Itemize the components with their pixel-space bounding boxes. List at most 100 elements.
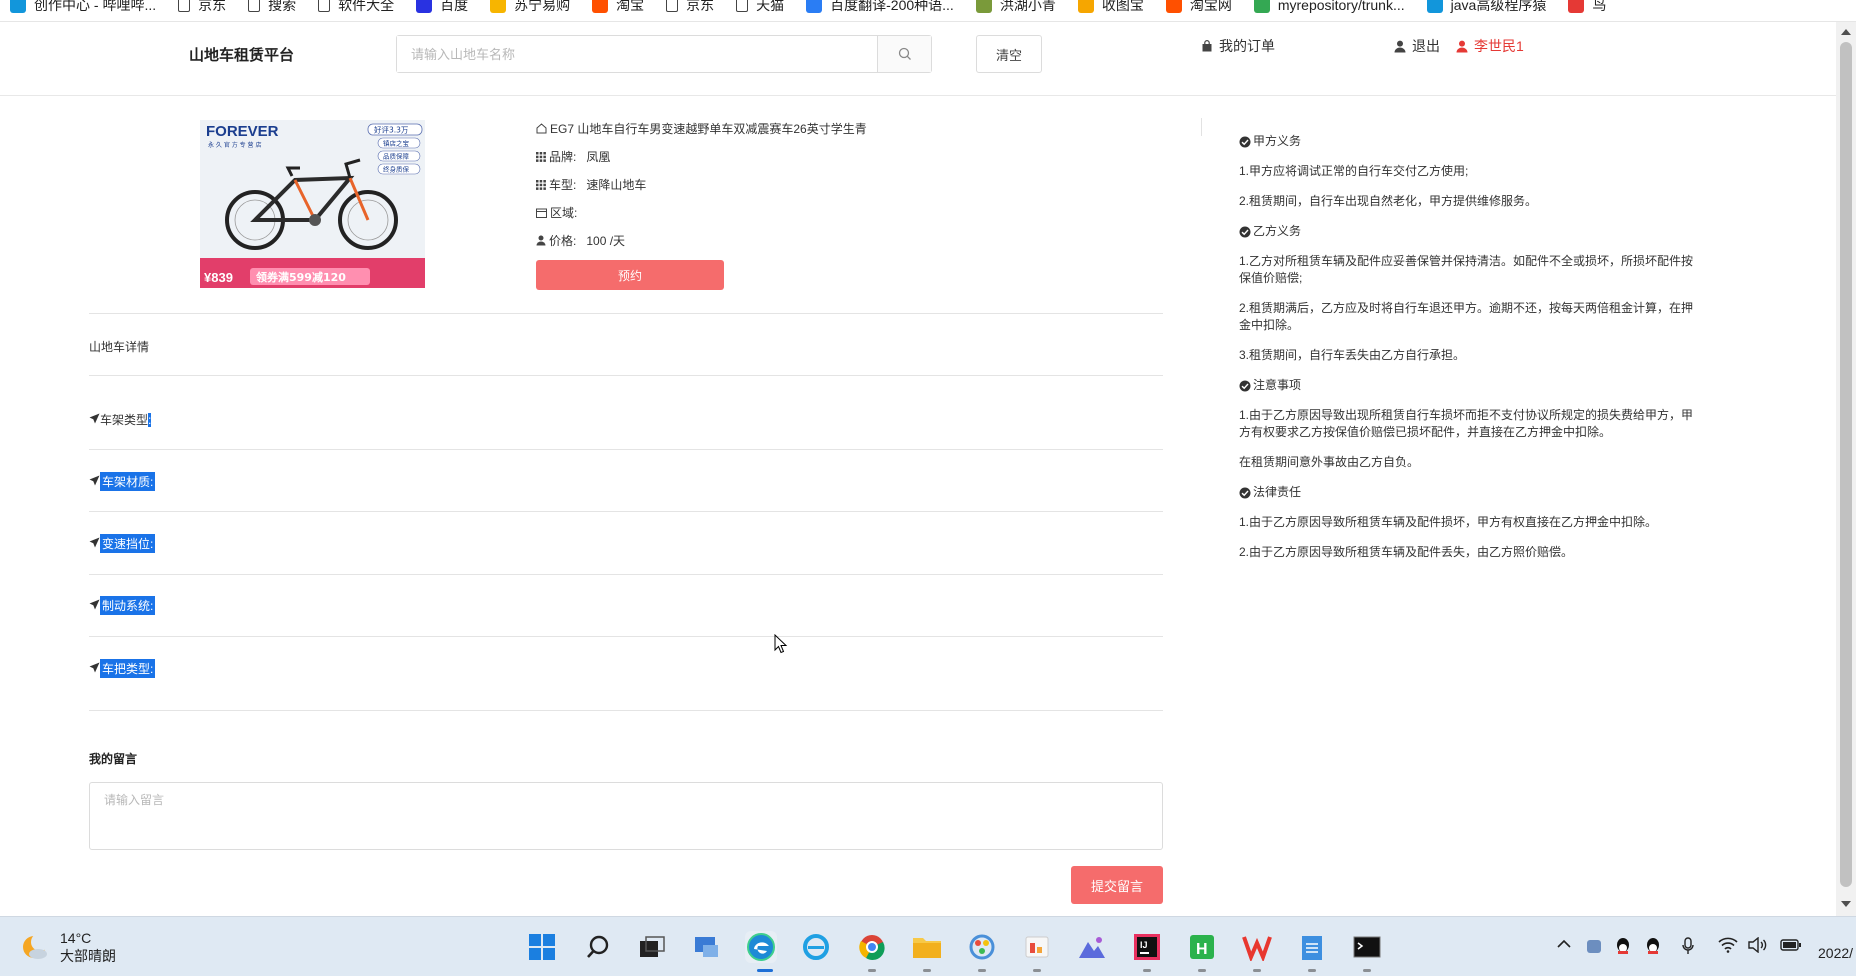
taskbar-app-intellij[interactable]: IJ — [1131, 931, 1163, 963]
bookmark-label: 京东 — [198, 0, 227, 13]
start-button[interactable] — [526, 931, 558, 963]
taskbar-app-edge[interactable] — [745, 931, 777, 963]
qq-icon[interactable] — [1615, 937, 1631, 955]
bookmark-item[interactable]: 百度翻译-200种语... — [806, 0, 954, 15]
message-title: 我的留言 — [89, 752, 138, 766]
notepad-icon — [1302, 936, 1322, 960]
terms-item: 1.乙方对所租赁车辆及配件应妥善保管并保持清洁。如配件不全或损坏，所损坏配件按保… — [1239, 254, 1694, 285]
search-input[interactable] — [397, 36, 877, 72]
bookmark-item[interactable]: 天猫 — [736, 0, 784, 15]
task-view-button[interactable] — [636, 931, 668, 963]
tray-app-icon[interactable] — [1585, 937, 1603, 955]
site-logo[interactable]: 山地车租赁平台 — [189, 44, 294, 65]
search-icon — [898, 47, 911, 60]
username-link[interactable]: 李世民1 — [1456, 36, 1524, 56]
submit-message-button[interactable]: 提交留言 — [1071, 866, 1163, 904]
calendar-icon — [536, 208, 547, 218]
terms-item: 1.由于乙方原因导致出现所租赁自行车损坏而拒不支付协议所规定的损失费给甲方，甲方… — [1239, 408, 1694, 439]
clear-button[interactable]: 清空 — [976, 35, 1042, 73]
bookmark-item[interactable]: 软件大全 — [318, 0, 394, 15]
bookmark-item[interactable]: 淘宝 — [592, 0, 644, 15]
scroll-down-arrow-icon[interactable] — [1841, 901, 1851, 907]
taskbar-app-terminal[interactable] — [1351, 931, 1383, 963]
page-scrollbar[interactable] — [1836, 22, 1856, 916]
spec-label: 制动系统: — [100, 596, 156, 615]
svg-text:IJ: IJ — [1140, 940, 1148, 950]
bookmarks-bar: 创作中心 - 哔哩哔... 京东 搜索 软件大全 百度 苏宁易购 淘宝 京东 天猫 百度翻译-20… — [0, 0, 1856, 22]
user-icon — [536, 235, 546, 246]
bookmark-item[interactable]: java高级程序猿 — [1426, 0, 1546, 15]
taskbar-app-notepad[interactable] — [1296, 931, 1328, 963]
terms-section-title-text: 甲方义务 — [1253, 134, 1302, 148]
remote-desktop-icon — [695, 937, 718, 957]
mouse-cursor-icon — [774, 634, 788, 654]
taskbar-app-explorer[interactable] — [911, 931, 943, 963]
my-orders-label: 我的订单 — [1219, 38, 1275, 54]
taskbar-app-chrome[interactable] — [856, 931, 888, 963]
bird-icon — [1568, 0, 1585, 13]
bookmark-item[interactable]: 淘宝网 — [1165, 0, 1232, 15]
divider — [89, 710, 1163, 711]
spec-brakes: 制动系统: — [89, 596, 156, 615]
logout-label: 退出 — [1412, 38, 1440, 54]
volume-icon[interactable] — [1748, 937, 1768, 953]
app-running-indicator — [1363, 969, 1371, 972]
tray-chevron-up-icon[interactable] — [1556, 937, 1572, 951]
bookmark-label: 京东 — [686, 0, 715, 13]
taskbar-app-paint[interactable] — [966, 931, 998, 963]
bookmark-item[interactable]: 创作中心 - 哔哩哔... — [10, 0, 156, 15]
bookmark-item[interactable]: 收图宝 — [1077, 0, 1144, 15]
product-image-sub: 永 久 官 方 专 营 店 — [208, 141, 261, 149]
bookmark-label: 洪湖小青 — [999, 0, 1056, 13]
spec-label-text: 车架类型 — [100, 413, 149, 427]
bookmark-item[interactable]: 洪湖小青 — [975, 0, 1056, 15]
microphone-icon[interactable] — [1682, 937, 1694, 955]
bookmark-item[interactable]: 百度 — [416, 0, 468, 15]
photos-icon — [1079, 937, 1105, 958]
product-image-price: ¥839 — [204, 270, 233, 285]
bookmark-item[interactable]: 鸟 — [1568, 0, 1606, 15]
wifi-icon[interactable] — [1718, 937, 1738, 953]
bookmark-label: 搜索 — [268, 0, 297, 13]
battery-icon[interactable] — [1780, 937, 1802, 953]
taskbar-app-hbuilder[interactable]: H — [1186, 931, 1218, 963]
scroll-up-arrow-icon[interactable] — [1841, 29, 1851, 35]
ie-icon — [803, 934, 829, 960]
taobao-icon — [592, 0, 609, 13]
bilibili-icon — [10, 0, 26, 13]
reserve-button[interactable]: 预约 — [536, 260, 724, 290]
message-textarea[interactable] — [89, 782, 1163, 850]
bookmark-item[interactable]: 京东 — [666, 0, 714, 15]
scrollbar-thumb[interactable] — [1840, 42, 1852, 887]
bookmark-item[interactable]: 苏宁易购 — [490, 0, 570, 15]
search-button[interactable] — [877, 36, 931, 72]
taskbar-app-slides[interactable] — [1021, 931, 1053, 963]
taobao-icon — [1165, 0, 1182, 13]
bookmark-item[interactable]: 搜索 — [248, 0, 296, 15]
translate-icon — [806, 0, 823, 13]
taskbar-app-remote[interactable] — [691, 931, 723, 963]
product-badge-2: 镇店之宝 — [383, 139, 410, 148]
bookmark-label: 淘宝 — [616, 0, 645, 13]
bookmark-label: 淘宝网 — [1189, 0, 1232, 13]
bookmark-item[interactable]: 京东 — [178, 0, 226, 15]
bookmark-item[interactable]: myrepository/trunk... — [1253, 0, 1405, 13]
image-icon — [1077, 0, 1094, 13]
my-orders-link[interactable]: 我的订单 — [1201, 36, 1275, 56]
weather-widget[interactable]: 14°C 大部晴朗 — [20, 929, 116, 965]
taskbar-app-photos[interactable] — [1076, 931, 1108, 963]
taskbar-app-wps[interactable] — [1241, 931, 1273, 963]
taskbar-app-ie[interactable] — [800, 931, 832, 963]
spec-colon: : — [150, 599, 154, 613]
qq-icon[interactable] — [1645, 937, 1661, 955]
weather-condition: 大部晴朗 — [60, 948, 116, 964]
product-image-brand: FOREVER — [206, 123, 279, 140]
grid-icon — [536, 151, 546, 162]
windows-taskbar: 14°C 大部晴朗 IJ H 2022/ — [0, 916, 1856, 976]
terms-section-title-text: 注意事项 — [1253, 378, 1302, 392]
spec-colon: : — [150, 475, 154, 489]
logout-link[interactable]: 退出 — [1394, 36, 1440, 56]
taskbar-clock[interactable]: 2022/ — [1818, 945, 1853, 961]
product-name-row: EG7 山地车自行车男变速越野单车双减震赛车26英寸学生青 — [536, 120, 867, 137]
taskbar-search-button[interactable] — [582, 931, 614, 963]
